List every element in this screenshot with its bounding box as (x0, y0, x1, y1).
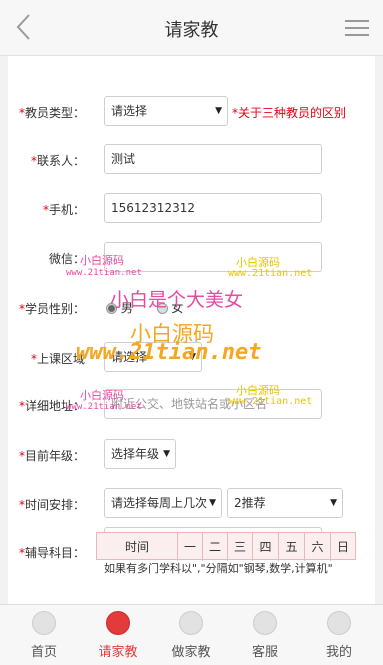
times-per-week-select[interactable]: 请选择每周上几次 ▼ (104, 488, 222, 518)
gender-options: 男 女 (106, 299, 183, 316)
teacher-type-label: *教员类型： (18, 106, 85, 120)
wechat-row: 微信： (8, 242, 375, 272)
schedule-table: 时间 一 二 三 四 五 六 日 (96, 532, 356, 561)
gender-male-radio[interactable] (106, 303, 117, 314)
nav-label: 做家教 (171, 645, 211, 660)
person-search-icon (106, 611, 130, 635)
nav-label: 请家教 (98, 645, 138, 660)
grade-row: *目前年级： 选择年级 ▼ (8, 439, 375, 469)
grade-label: *目前年级： (18, 449, 85, 463)
schedule-header-day: 四 (252, 533, 278, 561)
bottom-nav: 首页 请家教 做家教 客服 我的 (0, 604, 383, 665)
top-bar: 请家教 (0, 0, 383, 56)
nav-mine[interactable]: 我的 (301, 605, 377, 665)
gender-label: *学员性别： (18, 302, 85, 316)
phone-label: *手机： (42, 203, 85, 217)
teacher-type-select[interactable]: 请选择 ▼ (104, 96, 228, 126)
nav-service[interactable]: 客服 (227, 605, 303, 665)
nav-request-tutor[interactable]: 请家教 (80, 605, 156, 665)
user-icon (327, 611, 351, 635)
teacher-type-difference-link[interactable]: *关于三种教员的区别 (232, 104, 346, 121)
subject-hint: 如果有多门学科以","分隔如"钢琴,数学,计算机" (104, 562, 333, 575)
teacher-type-row: *教员类型： 请选择 ▼ *关于三种教员的区别 (8, 96, 375, 126)
group-icon (179, 611, 203, 635)
schedule-header-day: 一 (177, 533, 202, 561)
nav-be-tutor[interactable]: 做家教 (153, 605, 229, 665)
gender-female-label: 女 (171, 301, 184, 315)
nav-home[interactable]: 首页 (6, 605, 82, 665)
address-row: *详细地址： 附近公交、地铁站名或小区名 (8, 389, 375, 419)
wechat-label: 微信： (48, 252, 85, 266)
schedule-header-day: 三 (227, 533, 252, 561)
address-placeholder: 附近公交、地铁站名或小区名 (111, 397, 268, 411)
chevron-down-icon: ▼ (330, 498, 337, 508)
grade-select[interactable]: 选择年级 ▼ (104, 439, 176, 469)
schedule-header-day: 日 (330, 533, 355, 561)
nav-label: 客服 (251, 645, 278, 660)
gender-row: *学员性别： 男 女 (8, 294, 375, 320)
subject-label: *辅导科目： (18, 546, 85, 560)
schedule-row: *时间安排： 请选择每周上几次 ▼ 2推荐 ▼ (8, 488, 375, 518)
chevron-down-icon: ▼ (215, 106, 222, 116)
headset-icon (253, 611, 277, 635)
recommend-select[interactable]: 2推荐 ▼ (227, 488, 343, 518)
area-select[interactable]: 请选择 ▼ (104, 342, 202, 372)
chevron-down-icon: ▼ (189, 352, 196, 362)
gender-male-label: 男 (120, 301, 133, 315)
chevron-down-icon: ▼ (163, 449, 170, 459)
menu-icon[interactable] (345, 18, 369, 38)
nav-label: 首页 (30, 645, 57, 660)
phone-row: *手机： 15612312312 (8, 193, 375, 223)
page-title: 请家教 (164, 20, 219, 41)
contact-row: *联系人： 测试 (8, 144, 375, 174)
schedule-header-time: 时间 (124, 540, 149, 554)
address-input[interactable]: 附近公交、地铁站名或小区名 (104, 389, 322, 419)
home-icon (32, 611, 56, 635)
chevron-down-icon: ▼ (209, 498, 216, 508)
nav-label: 我的 (325, 645, 352, 660)
address-label: *详细地址： (18, 399, 85, 413)
contact-label: *联系人： (30, 154, 85, 168)
phone-input[interactable]: 15612312312 (104, 193, 322, 223)
schedule-label: *时间安排： (18, 498, 85, 512)
gender-female-radio[interactable] (156, 303, 168, 314)
schedule-header-day: 五 (278, 533, 304, 561)
contact-input[interactable]: 测试 (104, 144, 322, 174)
area-row: *上课区域 请选择 ▼ (8, 342, 375, 372)
area-label: *上课区域 (30, 352, 85, 366)
schedule-header-day: 六 (304, 533, 330, 561)
schedule-header-day: 二 (202, 533, 227, 561)
wechat-input[interactable] (104, 242, 322, 272)
